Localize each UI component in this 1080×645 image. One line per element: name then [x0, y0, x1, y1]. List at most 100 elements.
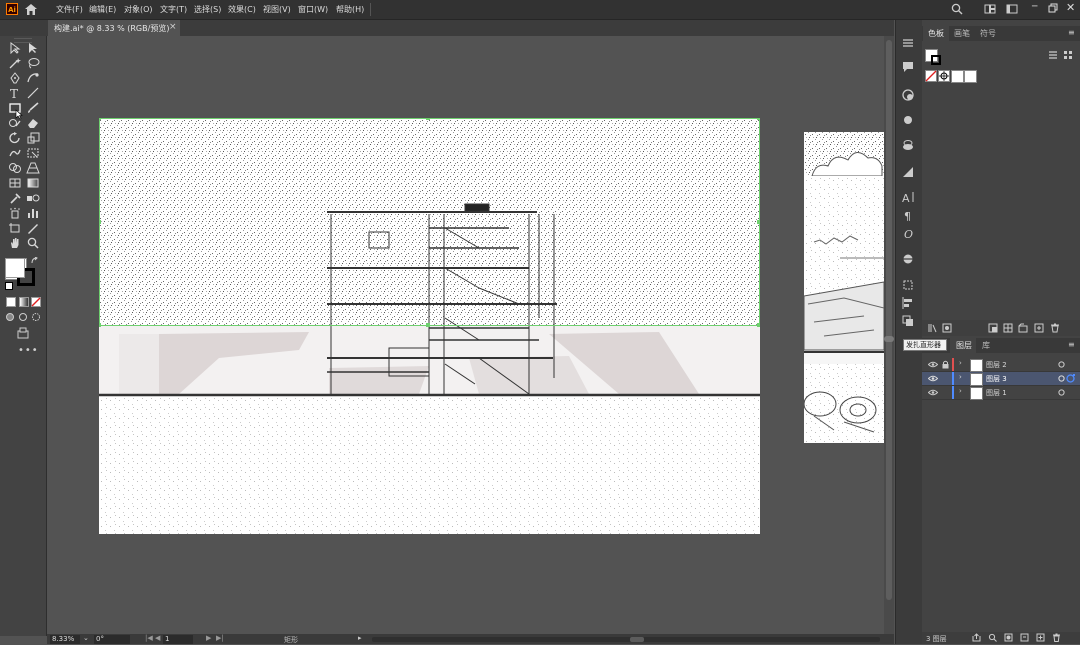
- tab-swatches[interactable]: 色板: [928, 28, 944, 39]
- draw-behind-icon[interactable]: [18, 312, 28, 322]
- artboard-number-field[interactable]: 1: [163, 635, 193, 644]
- layers-panel-menu-icon[interactable]: ≡: [1068, 340, 1075, 349]
- close-window-icon[interactable]: ✕: [1066, 1, 1075, 14]
- show-swatch-kinds-icon[interactable]: [942, 323, 952, 333]
- opentype-panel-icon[interactable]: O: [901, 226, 915, 240]
- curvature-tool-icon[interactable]: [26, 72, 40, 84]
- edit-toolbar-icon[interactable]: •••: [18, 345, 39, 356]
- tab-libraries[interactable]: 库: [982, 340, 990, 351]
- horizontal-scroll-thumb[interactable]: [630, 637, 644, 642]
- paragraph-panel-icon[interactable]: ¶: [901, 208, 915, 222]
- visibility-eye-icon[interactable]: [928, 361, 938, 368]
- selection-tool-icon[interactable]: [8, 42, 22, 54]
- delete-layer-icon[interactable]: [1052, 633, 1061, 642]
- gradient-mode-button[interactable]: [19, 297, 29, 307]
- none-mode-button[interactable]: [31, 297, 41, 307]
- make-clipping-mask-icon[interactable]: [1004, 633, 1013, 642]
- panel-collapse-handle[interactable]: [884, 336, 894, 342]
- tab-layers[interactable]: 图层: [956, 340, 972, 351]
- layer-row-selected[interactable]: › 图层 3: [922, 372, 1080, 386]
- color-panel-icon[interactable]: [901, 88, 915, 102]
- direct-selection-tool-icon[interactable]: [26, 42, 40, 54]
- export-icon[interactable]: [972, 633, 981, 642]
- transform-panel-icon[interactable]: [901, 278, 915, 292]
- zoom-level-field[interactable]: 8.33%: [50, 635, 80, 644]
- restore-icon[interactable]: [1048, 3, 1058, 13]
- tab-brushes[interactable]: 画笔: [954, 28, 970, 39]
- menu-help[interactable]: 帮助(H): [336, 4, 364, 15]
- scrollbar-thumb[interactable]: [886, 40, 892, 600]
- grid-view-icon[interactable]: [1063, 50, 1073, 60]
- lasso-tool-icon[interactable]: [26, 57, 40, 69]
- line-segment-tool-icon[interactable]: [26, 87, 40, 99]
- workspace-switcher-icon[interactable]: [1006, 3, 1018, 15]
- warp-tool-icon[interactable]: [8, 147, 22, 159]
- swatch-none[interactable]: [925, 70, 937, 82]
- rotation-field[interactable]: 0°: [94, 635, 130, 644]
- scale-tool-icon[interactable]: [26, 132, 40, 144]
- expand-arrow-icon[interactable]: ›: [959, 373, 962, 381]
- eyedropper-tool-icon[interactable]: [8, 192, 22, 204]
- list-view-icon[interactable]: [1048, 50, 1058, 60]
- screen-mode-icon[interactable]: [16, 327, 30, 339]
- delete-swatch-icon[interactable]: [1050, 323, 1060, 333]
- target-circle-icon[interactable]: [1058, 375, 1065, 382]
- zoom-tool-icon[interactable]: [26, 237, 40, 249]
- target-circle-icon[interactable]: [1058, 389, 1065, 396]
- swatches-panel-menu-icon[interactable]: ≡: [1068, 28, 1075, 37]
- free-transform-tool-icon[interactable]: [26, 147, 40, 159]
- gradient-tool-icon[interactable]: [26, 177, 40, 189]
- layers-panel-icon[interactable]: [901, 314, 915, 328]
- artboard-tool-icon[interactable]: [8, 222, 22, 234]
- slice-tool-icon[interactable]: [26, 222, 40, 234]
- mesh-tool-icon[interactable]: [8, 177, 22, 189]
- color-mode-button[interactable]: [6, 297, 16, 307]
- column-graph-tool-icon[interactable]: [26, 207, 40, 219]
- menu-select[interactable]: 选择(S): [194, 4, 221, 15]
- first-artboard-button[interactable]: |◀: [145, 634, 153, 642]
- next-artboard-button[interactable]: ▶: [206, 634, 211, 642]
- zoom-dropdown-icon[interactable]: ⌄: [83, 634, 89, 642]
- menu-object[interactable]: 对象(O): [124, 4, 153, 15]
- menu-window[interactable]: 窗口(W): [298, 4, 328, 15]
- target-circle-icon[interactable]: [1058, 361, 1065, 368]
- home-icon[interactable]: [24, 3, 38, 16]
- lock-icon[interactable]: [942, 360, 949, 369]
- previous-artboard-button[interactable]: ◀: [155, 634, 160, 642]
- menu-type[interactable]: 文字(T): [160, 4, 187, 15]
- swatches-stroke-indicator[interactable]: [931, 55, 941, 65]
- arrange-documents-icon[interactable]: [984, 3, 996, 15]
- swatch-library-icon[interactable]: [928, 323, 938, 333]
- locate-object-icon[interactable]: [988, 633, 997, 642]
- align-panel-icon[interactable]: [901, 296, 915, 310]
- status-menu-arrow-icon[interactable]: ▸: [358, 634, 362, 642]
- new-layer-icon[interactable]: [1036, 633, 1045, 642]
- layer-name[interactable]: 图层 1: [986, 388, 1007, 398]
- document-tab[interactable]: 构建.ai* @ 8.33 % (RGB/预览): [48, 20, 180, 36]
- search-icon[interactable]: [951, 3, 963, 15]
- eraser-tool-icon[interactable]: [26, 117, 40, 129]
- type-tool-icon[interactable]: T: [8, 87, 22, 99]
- visibility-eye-icon[interactable]: [928, 389, 938, 396]
- draw-inside-icon[interactable]: [31, 312, 41, 322]
- main-artboard[interactable]: [99, 118, 760, 534]
- swatch-options-icon[interactable]: [988, 323, 998, 333]
- new-swatch-icon[interactable]: [1034, 323, 1044, 333]
- shape-builder-tool-icon[interactable]: [8, 162, 22, 174]
- character-panel-icon[interactable]: A: [901, 190, 915, 204]
- shaper-tool-icon[interactable]: [8, 117, 22, 129]
- tab-close-icon[interactable]: ×: [169, 22, 177, 32]
- new-color-group-icon[interactable]: [1003, 323, 1013, 333]
- swatch-white-2[interactable]: [964, 70, 977, 83]
- menu-file[interactable]: 文件(F): [56, 4, 83, 15]
- blend-tool-icon[interactable]: [26, 192, 40, 204]
- appearance-panel-icon[interactable]: [901, 113, 915, 127]
- visibility-eye-icon[interactable]: [928, 375, 938, 382]
- rotate-tool-icon[interactable]: [8, 132, 22, 144]
- expand-arrow-icon[interactable]: ›: [959, 387, 962, 395]
- layer-row[interactable]: › 图层 1: [922, 386, 1080, 400]
- swatch-white[interactable]: [951, 70, 964, 83]
- expand-arrow-icon[interactable]: ›: [959, 359, 962, 367]
- menu-effect[interactable]: 效果(C): [228, 4, 256, 15]
- fill-color-front[interactable]: [5, 258, 25, 278]
